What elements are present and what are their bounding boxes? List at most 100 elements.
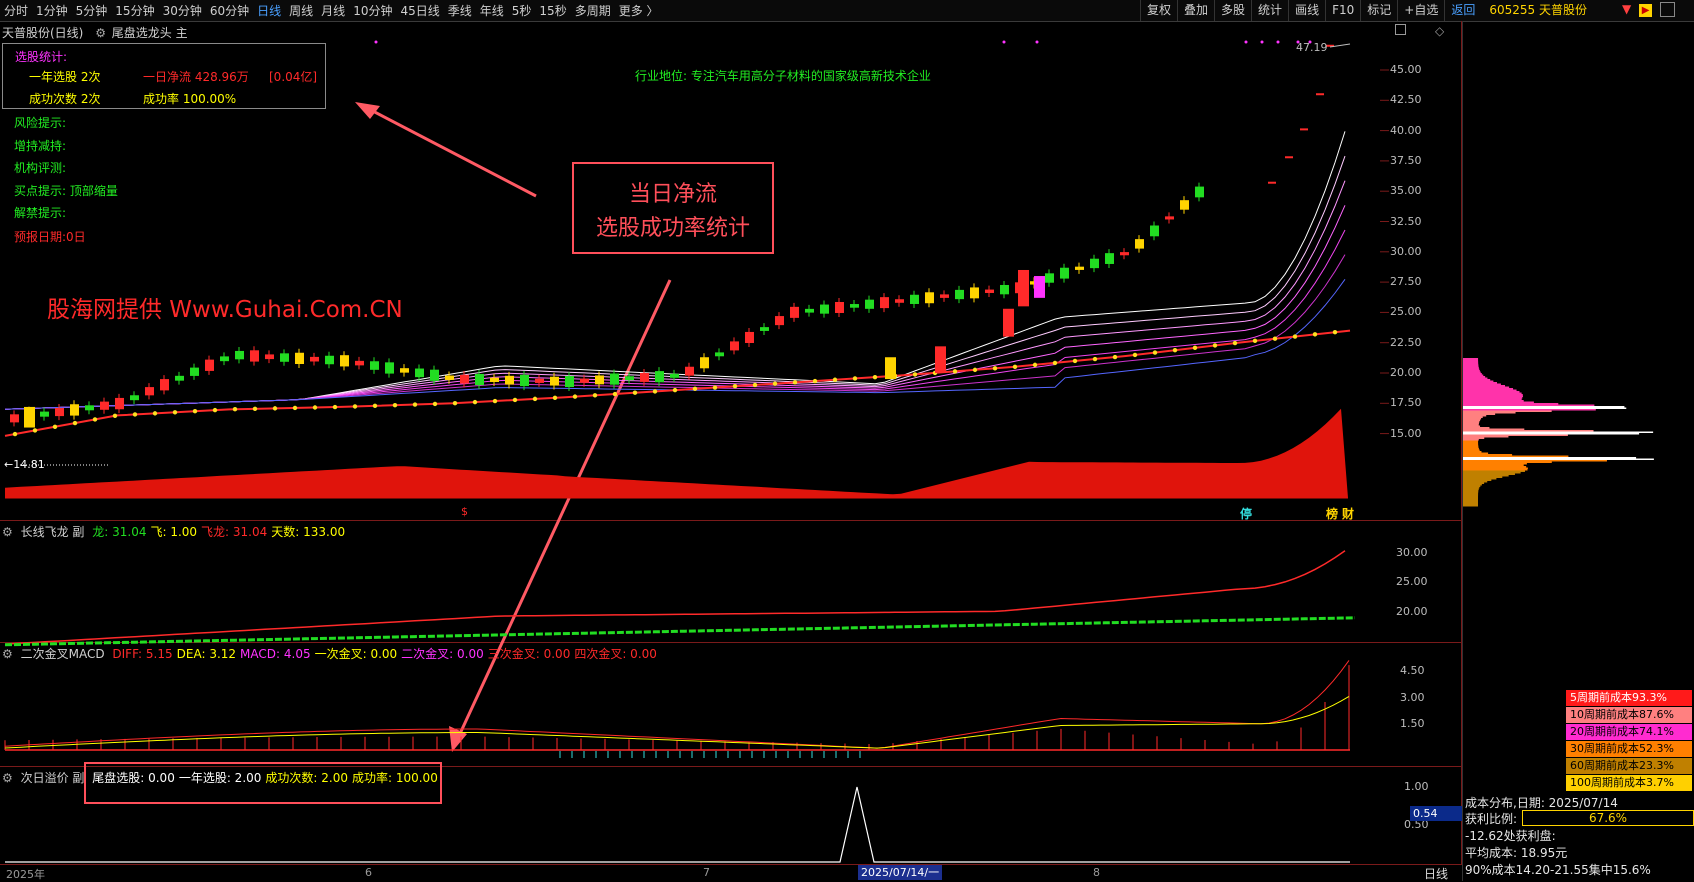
support-dot <box>292 405 298 411</box>
candle-body-large <box>1018 269 1029 307</box>
cost-bar <box>1463 364 1479 366</box>
support-dot <box>492 398 498 404</box>
price-tick-7: 27.50 <box>1390 275 1422 289</box>
panel4-title[interactable]: 次日溢价 副 <box>21 771 85 785</box>
cost-bar <box>1463 379 1491 381</box>
cost-bar <box>1463 487 1480 489</box>
candle-body <box>865 299 874 309</box>
support-dot <box>752 382 758 388</box>
support-dot <box>732 384 738 389</box>
panel4-tick-0: 1.00 <box>1404 780 1429 793</box>
collapse-icon[interactable]: ⚙ <box>2 647 13 661</box>
collapse-icon[interactable]: ⚙ <box>2 525 13 539</box>
candle-body <box>940 294 949 298</box>
cost-bar <box>1463 418 1482 420</box>
cost-bar <box>1463 380 1494 382</box>
panel3-title[interactable]: 二次金叉MACD <box>21 647 105 661</box>
candle-body <box>910 294 919 304</box>
cost-bar <box>1463 455 1569 457</box>
cost-bar <box>1463 359 1479 361</box>
cost-bar <box>1463 368 1480 370</box>
cost-bar <box>1463 494 1479 496</box>
cost-bar <box>1463 373 1482 375</box>
period-label[interactable]: 日线 <box>1424 865 1448 882</box>
panel2-title[interactable]: 长线飞龙 副 <box>21 525 85 539</box>
date-label-2: 7 <box>703 866 710 879</box>
support-dot <box>72 420 78 426</box>
cost-bar <box>1463 499 1479 501</box>
cost-bar <box>1463 398 1522 400</box>
cost-bar <box>1463 496 1479 498</box>
candle-body <box>790 306 799 318</box>
cost-range-90: 90%成本14.20-21.55集中15.6% <box>1465 863 1651 877</box>
cost-bar <box>1463 491 1479 493</box>
candle-body <box>610 373 619 385</box>
candle-body <box>190 367 199 376</box>
candle-body <box>670 373 679 378</box>
candle-body <box>175 375 184 381</box>
support-dot <box>692 386 698 392</box>
support-dot <box>412 402 418 407</box>
candle-body <box>970 287 979 299</box>
candle-body <box>955 289 964 300</box>
price-tick-10: 20.00 <box>1390 366 1422 379</box>
candle-body <box>565 375 574 388</box>
panel3-tick-2: 1.50 <box>1400 716 1425 730</box>
support-dot <box>132 412 138 417</box>
candle-body <box>655 371 664 383</box>
support-dot <box>352 404 358 409</box>
support-dot <box>912 372 918 377</box>
profit-line: -12.62处获利盘: <box>1465 829 1556 843</box>
candle-body <box>250 350 259 362</box>
cost-bar <box>1463 454 1513 456</box>
panel3-value-3: 一次金叉: 0.00 <box>314 647 398 661</box>
candle-body <box>1000 284 1009 295</box>
support-dot <box>552 395 558 401</box>
support-dot <box>1232 340 1238 346</box>
support-dot <box>272 406 278 411</box>
cost-title: 成本分布,日期: 2025/07/14 <box>1465 796 1618 810</box>
support-dot <box>152 411 158 416</box>
support-dot <box>1132 352 1138 358</box>
cost-bar <box>1463 371 1481 373</box>
annotation-line1: 当日净流 <box>628 182 717 207</box>
price-tick-12: 15.00 <box>1390 426 1422 440</box>
cost-bar <box>1463 422 1479 424</box>
cost-bar <box>1463 469 1528 471</box>
cost-bar <box>1463 467 1528 469</box>
candle-body <box>205 359 214 371</box>
support-dot <box>672 387 678 393</box>
collapse-icon[interactable]: ⚙ <box>2 771 13 785</box>
cost-bar <box>1463 457 1637 459</box>
candle-body <box>385 362 394 374</box>
candle-body <box>100 401 109 410</box>
support-dot <box>872 374 878 380</box>
cost-bar <box>1463 376 1486 378</box>
finance-mark: 财 <box>1342 507 1355 521</box>
candle-body <box>760 327 769 331</box>
panel2-value-2: 飞龙: 31.04 <box>201 525 268 539</box>
support-dot <box>952 369 958 374</box>
support-dot <box>372 403 378 409</box>
candle-body <box>715 352 724 357</box>
candle-body <box>685 366 694 376</box>
cost-bar <box>1463 437 1485 439</box>
price-tick-5: 32.50 <box>1390 214 1422 228</box>
cost-bar <box>1463 478 1497 480</box>
cost-bar <box>1463 476 1503 478</box>
candle-body <box>40 411 49 417</box>
support-dot <box>92 417 98 422</box>
cost-bar <box>1463 442 1479 444</box>
support-dot <box>712 385 718 390</box>
price-chart <box>4 40 1389 499</box>
signal-dot <box>1035 40 1039 44</box>
support-dot <box>472 399 478 405</box>
support-dot <box>852 376 858 381</box>
panel3-value-2: MACD: 4.05 <box>240 647 311 661</box>
candle-body <box>775 316 784 326</box>
cost-bar <box>1463 485 1481 487</box>
candle-body-large <box>885 357 896 380</box>
panel2-tick-2: 20.00 <box>1396 604 1428 618</box>
candle-body <box>550 376 559 386</box>
candle-body <box>985 289 994 293</box>
